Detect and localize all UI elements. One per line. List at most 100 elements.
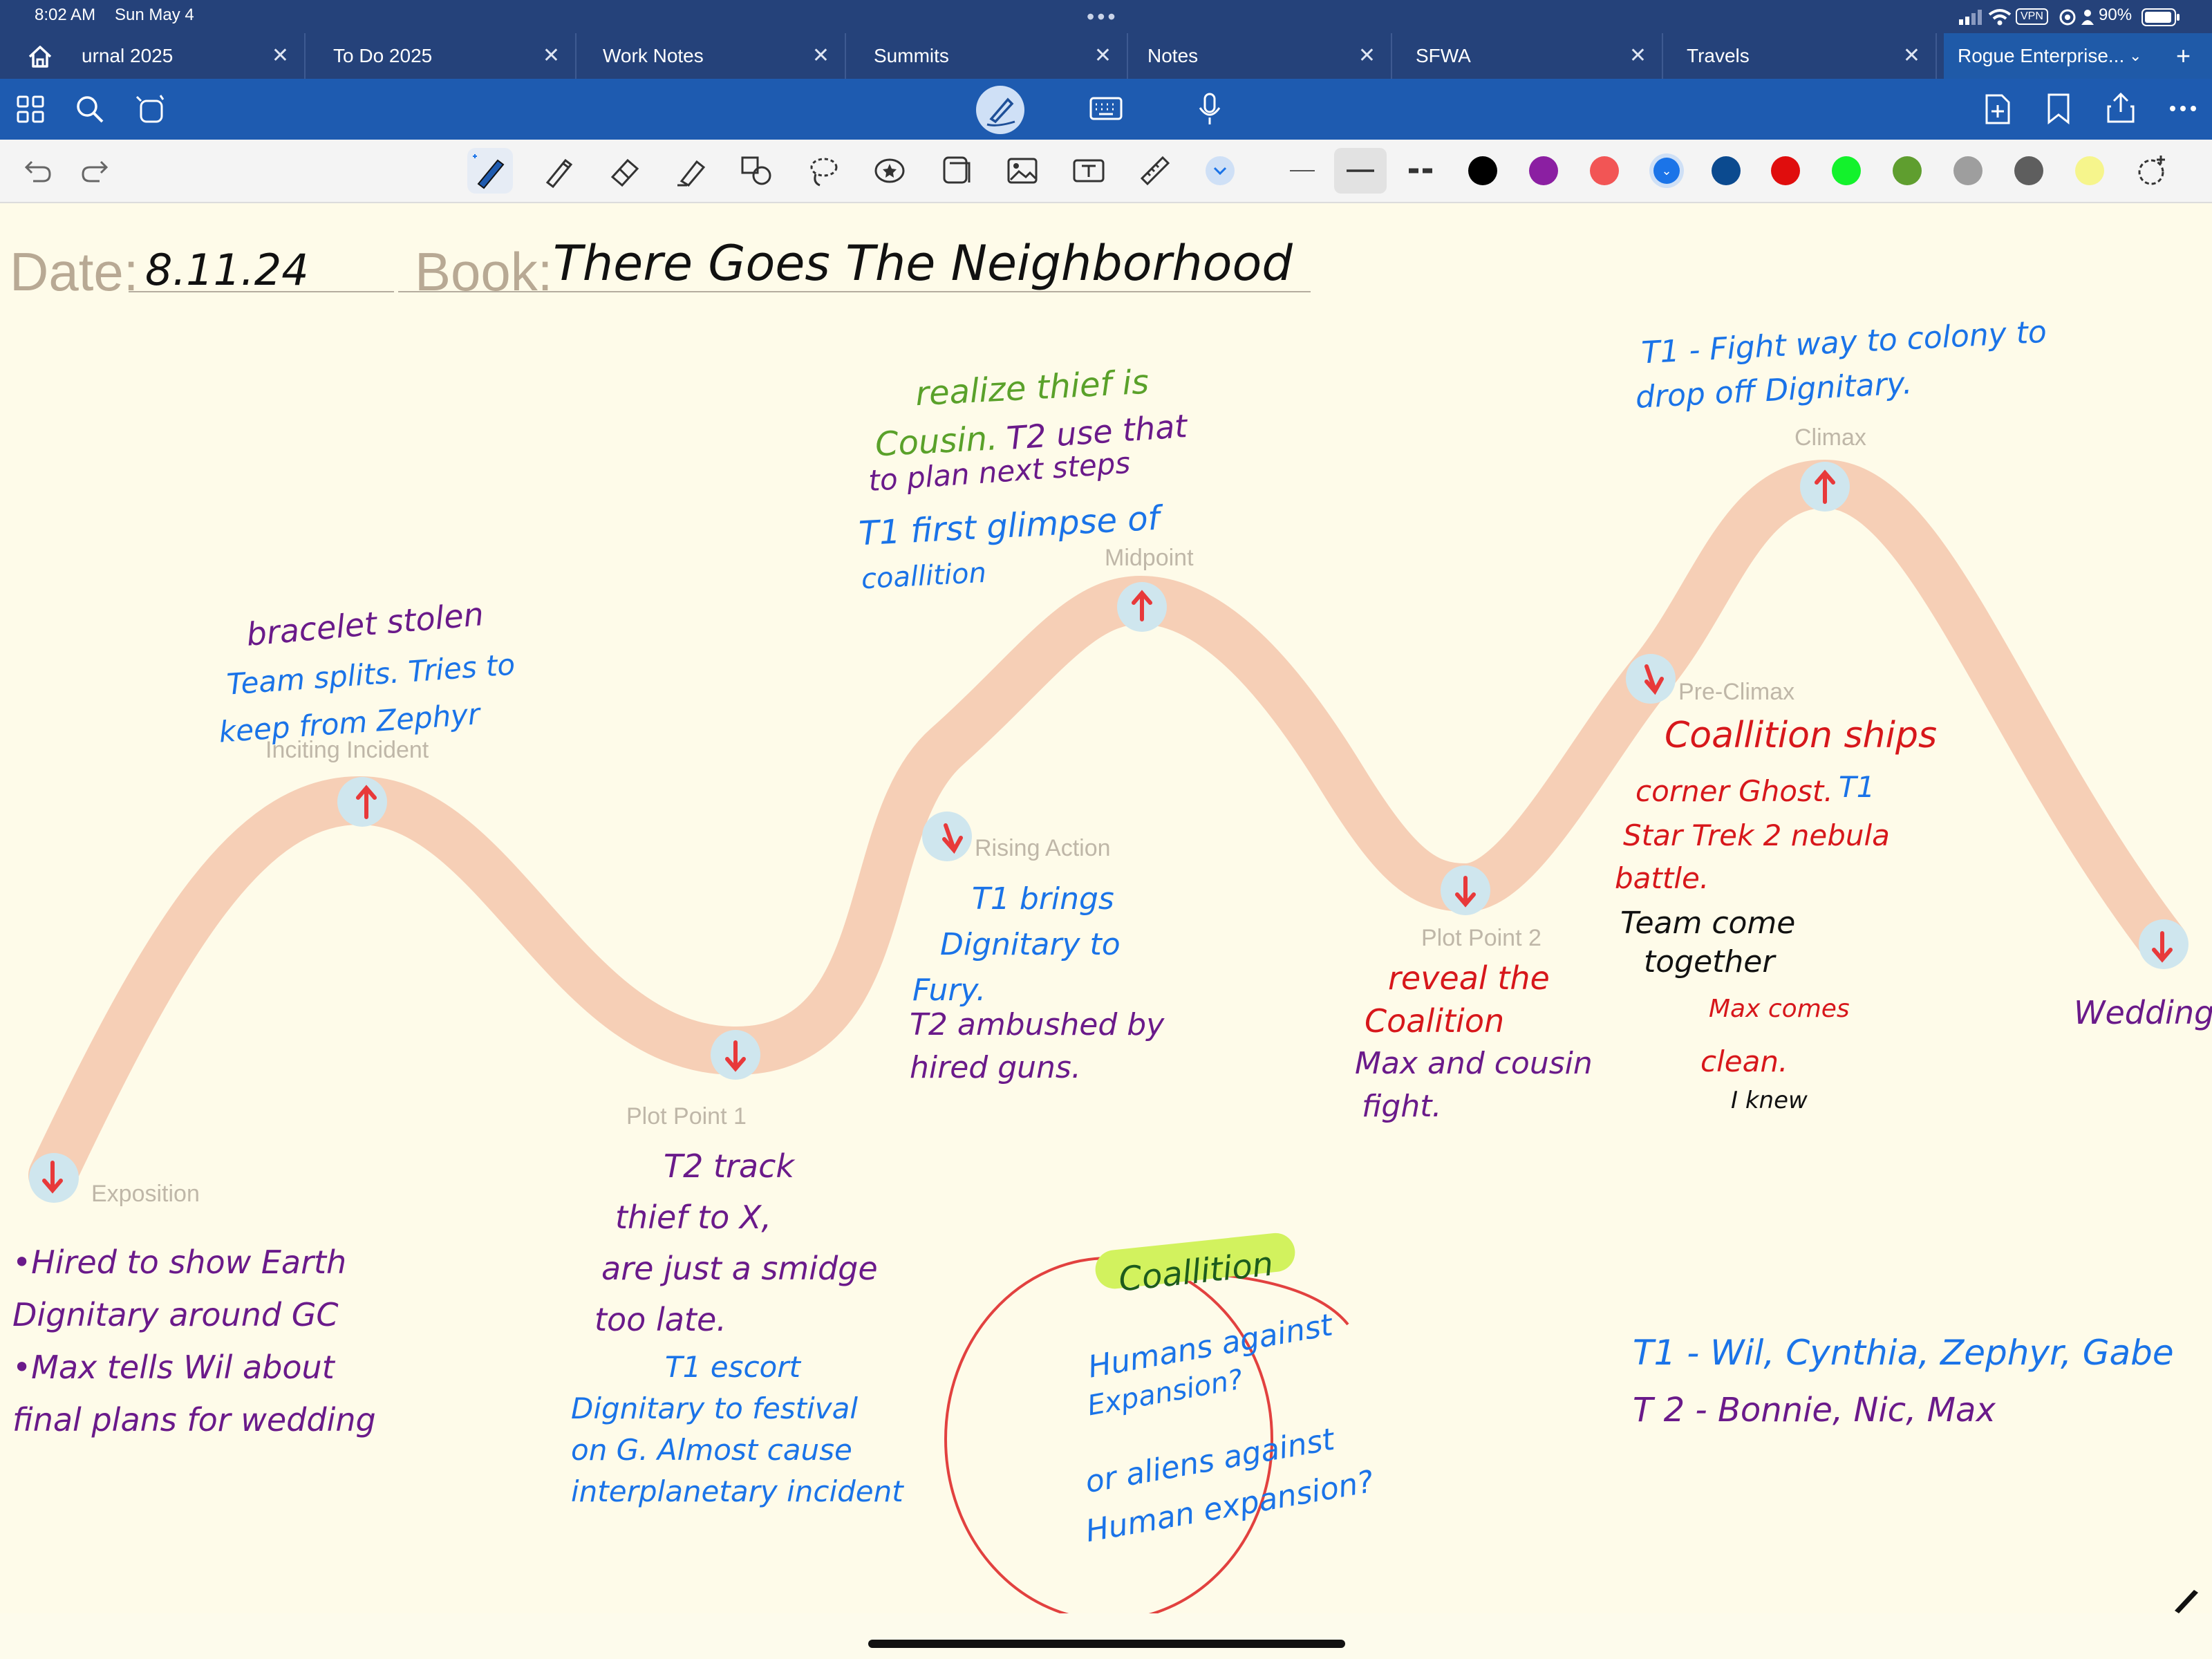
tab-journal-2025[interactable]: urnal 2025 ✕ (68, 33, 306, 79)
tab-notes[interactable]: Notes ✕ (1134, 33, 1392, 79)
notes-midpoint-blue: T1 first glimpse of coallition (858, 496, 1163, 603)
chevron-down-icon (1213, 167, 1227, 176)
eraser-icon[interactable] (607, 153, 641, 188)
date-label: Date: (10, 241, 139, 302)
more-tools-button[interactable] (1206, 156, 1235, 185)
color-swatch-green[interactable] (1832, 156, 1861, 185)
chevron-down-icon: ⌄ (1653, 158, 1680, 184)
pen-tool-button[interactable] (467, 148, 513, 194)
note-line: •Max tells Wil about (12, 1349, 335, 1386)
note-line: interplanetary incident (571, 1474, 903, 1508)
tab-label: urnal 2025 (82, 45, 174, 66)
note-line: Max and cousin (1355, 1046, 1593, 1081)
tab-travels[interactable]: Travels ✕ (1673, 33, 1937, 79)
lasso-icon[interactable] (806, 153, 841, 188)
notebook-tab-bar: urnal 2025 ✕ To Do 2025 ✕ Work Notes ✕ Summ… (0, 33, 2212, 79)
close-icon[interactable]: ✕ (1903, 33, 1920, 79)
close-icon[interactable]: ✕ (1358, 33, 1376, 79)
color-swatch-olive[interactable] (1893, 156, 1922, 185)
home-icon[interactable] (26, 43, 54, 71)
stroke-thin-icon[interactable] (1287, 153, 1322, 188)
note-line: T1 brings (972, 881, 1114, 917)
color-swatch-yellow[interactable] (2075, 156, 2104, 185)
notes-pp1-purple: T2 track thief to X, are just a smidge t… (594, 1141, 878, 1345)
note-line: reveal the (1388, 959, 1550, 997)
tab-label: Notes (1147, 45, 1199, 66)
wifi-icon (1988, 9, 2012, 26)
notebook-page[interactable]: Date: 8.11.24 Book: There Goes The Neigh… (0, 203, 2212, 1613)
highlighter-icon[interactable] (673, 153, 708, 188)
elements-sticker-icon[interactable] (872, 153, 907, 188)
home-indicator[interactable] (868, 1640, 1345, 1648)
note-line: are just a smidge (601, 1250, 878, 1287)
note-line: together (1644, 944, 1775, 980)
note-line: Dignitary to (940, 927, 1121, 962)
color-swatch-gray[interactable] (1953, 156, 1983, 185)
color-swatch-dark-gray[interactable] (2014, 156, 2043, 185)
color-swatch-black[interactable] (1468, 156, 1497, 185)
image-icon[interactable] (1005, 153, 1040, 188)
close-icon[interactable]: ✕ (1629, 33, 1647, 79)
tab-work-notes[interactable]: Work Notes ✕ (589, 33, 846, 79)
text-box-icon[interactable] (1071, 153, 1106, 188)
share-icon[interactable] (2106, 91, 2136, 124)
stroke-medium-button[interactable] (1334, 148, 1387, 194)
add-page-icon[interactable] (1984, 93, 2012, 126)
chevron-down-icon[interactable]: ⌄ (2129, 33, 2141, 79)
notes-pp2-red: reveal the Coalition (1365, 957, 1550, 1042)
tab-sfwa[interactable]: SFWA ✕ (1402, 33, 1663, 79)
color-swatch-navy[interactable] (1712, 156, 1741, 185)
ruler-icon[interactable] (1138, 153, 1172, 188)
note-preclimax-t1: T1 (1839, 770, 1875, 804)
screen-lock-icon (2059, 9, 2076, 26)
note-preclimax-title: Coallition ships (1665, 715, 1938, 756)
undo-icon[interactable] (19, 153, 54, 188)
battery-percent: 90% (2099, 6, 2133, 24)
add-color-icon[interactable] (2135, 153, 2169, 188)
color-swatch-blue-selected[interactable]: ⌄ (1649, 153, 1684, 188)
node-inciting (337, 777, 387, 827)
color-swatch-purple[interactable] (1529, 156, 1558, 185)
sticky-note-icon[interactable] (939, 153, 973, 188)
redo-icon[interactable] (79, 153, 113, 188)
tab-todo-2025[interactable]: To Do 2025 ✕ (319, 33, 577, 79)
more-options-icon[interactable] (2169, 104, 2197, 113)
handwriting-mode-button[interactable] (976, 86, 1024, 134)
tab-rogue-enterprise[interactable]: Rogue Enterprise... ⌄ + (1944, 33, 2212, 79)
tab-summits[interactable]: Summits ✕ (860, 33, 1128, 79)
main-toolbar (0, 79, 2212, 140)
pen-icon (473, 154, 505, 189)
close-icon[interactable]: ✕ (812, 33, 830, 79)
close-icon[interactable]: ✕ (1094, 33, 1112, 79)
note-line: too late. (594, 1301, 727, 1338)
status-bar: 8:02 AM Sun May 4 ••• VPN 90% (0, 0, 2212, 33)
note-wedding: Wedding (2074, 994, 2212, 1031)
notes-pp1-blue: T1 escort Dignitary to festival on G. Al… (571, 1347, 903, 1512)
label-rising-action: Rising Action (975, 835, 1111, 861)
notes-pp2-purple: Max and cousin fight. (1355, 1042, 1593, 1128)
pen-hand-icon (986, 97, 1015, 126)
notes-rising-purple: T2 ambushed by hired guns. (910, 1004, 1164, 1089)
tab-label: Summits (874, 45, 949, 66)
note-team-2: T 2 - Bonnie, Nic, Max (1633, 1391, 1996, 1430)
close-icon[interactable]: ✕ (543, 33, 560, 79)
pencil-icon[interactable] (541, 153, 575, 188)
multitask-dots-icon[interactable]: ••• (1087, 4, 1118, 30)
keyboard-icon[interactable] (1089, 97, 1123, 120)
shapes-icon[interactable] (740, 153, 774, 188)
microphone-icon[interactable] (1197, 93, 1222, 126)
lasso-capture-icon[interactable] (135, 94, 167, 126)
bookmark-icon[interactable] (2046, 93, 2071, 124)
stroke-thick-icon[interactable] (1406, 153, 1441, 188)
grid-view-icon[interactable] (17, 95, 44, 123)
note-line: Dignitary around GC (12, 1296, 339, 1333)
color-swatch-red[interactable] (1771, 156, 1800, 185)
note-line: battle. (1615, 861, 1709, 895)
note-line: hired guns. (910, 1050, 1081, 1085)
close-icon[interactable]: ✕ (272, 33, 289, 79)
color-swatch-coral[interactable] (1590, 156, 1619, 185)
add-tab-icon[interactable]: + (2176, 33, 2191, 79)
search-icon[interactable] (75, 94, 105, 124)
note-preclimax-line: corner Ghost. (1635, 774, 1833, 808)
note-preclimax-i-knew: I knew (1731, 1087, 1808, 1114)
